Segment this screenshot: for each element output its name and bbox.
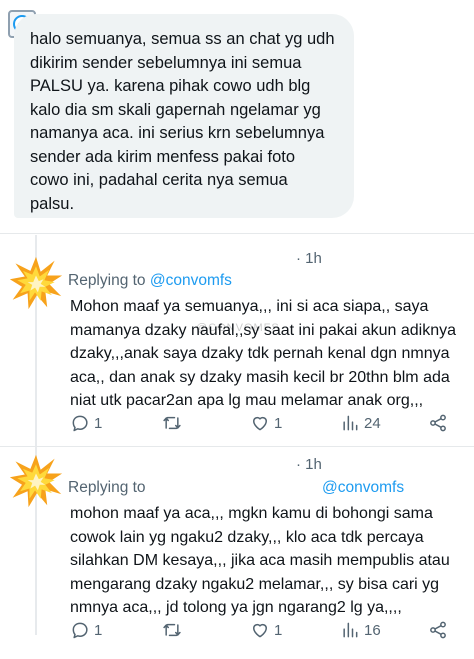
heart-icon [253,623,267,638]
reply-button[interactable]: 1 [70,618,102,642]
share-button[interactable] [428,618,448,642]
reply-icon [72,622,88,639]
views-count: 24 [364,414,381,432]
like-count: 1 [274,414,283,432]
replying-to-handle[interactable]: @convomfs [150,272,232,289]
reply-2-action-bar: 1 1 16 [70,618,460,642]
like-button[interactable]: 1 [250,618,282,642]
reply-2-replying-to: Replying to [68,479,146,496]
reply-2-text: mohon maaf ya aca,,, mgkn kamu di bohong… [70,505,450,616]
views-count: 16 [364,621,381,639]
reply-icon [72,415,88,432]
retweet-icon [163,416,181,430]
share-icon [430,414,446,432]
reply-1-action-bar: 1 1 24 [70,411,460,435]
views-icon [343,622,358,638]
reply-count: 1 [94,621,103,639]
reply-count: 1 [94,414,103,432]
share-button[interactable] [428,411,448,435]
explosion-avatar-icon[interactable] [8,255,64,311]
retweet-button[interactable] [162,411,182,435]
share-icon [430,621,446,639]
message-text: halo semuanya, semua ss an chat yg udh d… [30,30,335,213]
like-count: 1 [274,621,283,639]
reply-button[interactable]: 1 [70,411,102,435]
reply-1-text: Mohon maaf ya semuanya,,, ini si aca sia… [70,298,456,409]
retweet-icon [163,623,181,637]
retweet-button[interactable] [162,618,182,642]
reply-1-replying-to: Replying to @convomfs [68,272,232,290]
heart-icon [253,416,267,431]
explosion-avatar-icon[interactable] [8,453,64,509]
views-button[interactable]: 16 [340,618,381,642]
views-icon [343,415,358,431]
replying-to-handle[interactable]: @convomfs [322,479,404,497]
reply-1-timestamp: · 1h [296,250,322,267]
views-button[interactable]: 24 [340,411,381,435]
replying-to-prefix: Replying to [68,272,150,289]
reply-2-timestamp: · 1h [296,456,322,473]
like-button[interactable]: 1 [250,411,282,435]
